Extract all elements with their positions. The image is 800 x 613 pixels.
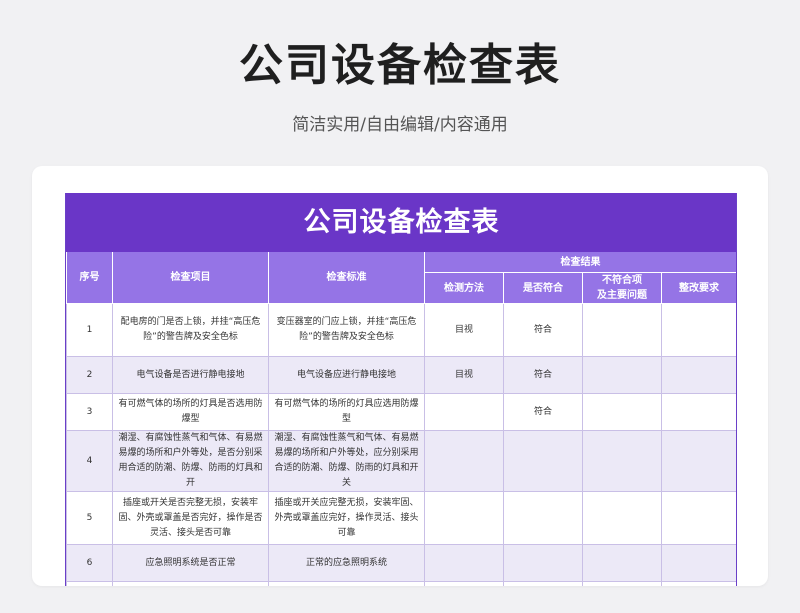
cell-rectify[interactable] — [660, 303, 736, 357]
table-row: 5 插座或开关是否完整无损，安装牢固、外壳或罩盖是否完好，操作是否灵活、接头是否可… — [66, 491, 736, 545]
cell-conform[interactable] — [503, 544, 583, 582]
cell-conform[interactable]: 符合 — [503, 393, 583, 431]
cell-standard[interactable]: 变压器室的门应上锁，并挂“高压危险”的警告牌及安全色标 — [268, 303, 425, 357]
inspection-table: 公司设备检查表 序号 检查项目 检查标准 检查结果 检测方法 是否符合 不符合项… — [66, 193, 736, 586]
cell-item[interactable]: 潮湿、有腐蚀性蒸气和气体、有易燃易爆的场所和户外等处，是否分别采用合适的防潮、防… — [112, 430, 269, 492]
header-nonconform: 不符合项 及主要问题 — [582, 272, 662, 304]
cell-item[interactable]: 有可燃气体的场所的灯具是否选用防爆型 — [112, 393, 269, 431]
cell-nonconform[interactable] — [582, 356, 662, 394]
cell-method[interactable] — [424, 581, 504, 586]
cell-seq[interactable] — [66, 581, 113, 586]
cell-nonconform[interactable] — [582, 430, 662, 492]
page-subtitle: 简洁实用/自由编辑/内容通用 — [292, 115, 508, 135]
cell-item[interactable]: 电气设备是否进行静电接地 — [112, 356, 269, 394]
cell-standard[interactable]: 正常的应急照明系统 — [268, 544, 425, 582]
cell-seq[interactable]: 1 — [66, 303, 113, 357]
header-seq: 序号 — [66, 251, 113, 304]
cell-conform-text: 符合 — [533, 406, 552, 417]
cell-conform[interactable]: 符合 — [503, 356, 583, 394]
page-title: 公司设备检查表 — [239, 40, 561, 91]
header-standard: 检查标准 — [268, 251, 425, 304]
cell-standard-text: 电气设备应进行静电接地 — [296, 369, 396, 380]
cell-standard-text: 插座或开关应完整无损，安装牢固、外壳或罩盖应完好，操作灵活、接头可靠 — [274, 497, 419, 538]
cell-method[interactable]: 目视 — [424, 356, 504, 394]
cell-method[interactable] — [424, 491, 504, 545]
cell-standard-text: 潮湿、有腐蚀性蒸气和气体、有易燃易爆的场所和户外等处，应分别采用合适的防潮、防爆… — [274, 433, 419, 488]
cell-standard[interactable]: 电气设备应进行静电接地 — [268, 356, 425, 394]
header-nonconform-line2: 及主要问题 — [597, 290, 647, 301]
cell-rectify[interactable] — [660, 544, 736, 582]
cell-seq-text: 3 — [86, 406, 93, 417]
cell-standard-text: 正常的应急照明系统 — [305, 557, 387, 568]
cell-conform[interactable]: 符合 — [503, 303, 583, 357]
cell-item[interactable]: 应急照明系统是否正常 — [112, 544, 269, 582]
cell-seq-text: 6 — [86, 557, 93, 568]
cell-method[interactable] — [424, 430, 504, 492]
cell-seq-text: 5 — [86, 512, 93, 523]
header-result-group: 检查结果 — [423, 251, 736, 273]
table-title: 公司设备检查表 — [66, 193, 736, 252]
cell-item[interactable] — [112, 581, 269, 586]
cell-rectify[interactable] — [660, 430, 736, 492]
cell-seq[interactable]: 6 — [66, 544, 113, 582]
header-nonconform-line1: 不符合项 — [602, 275, 642, 286]
cell-rectify[interactable] — [660, 581, 736, 586]
cell-seq-text: 4 — [86, 455, 93, 466]
cell-rectify[interactable] — [660, 393, 736, 431]
table-row: 4 潮湿、有腐蚀性蒸气和气体、有易燃易爆的场所和户外等处，是否分别采用合适的防潮、… — [66, 430, 736, 492]
cell-nonconform[interactable] — [582, 544, 662, 582]
cell-seq[interactable]: 4 — [66, 430, 113, 492]
header-item: 检查项目 — [112, 251, 269, 304]
header-rectify: 整改要求 — [660, 272, 736, 304]
table-row: 1 配电房的门是否上锁，并挂“高压危险”的警告牌及安全色标 变压器室的门应上锁，并挂… — [66, 303, 736, 357]
table-row: 6 应急照明系统是否正常 正常的应急照明系统 — [66, 544, 736, 582]
table-row: 3 有可燃气体的场所的灯具是否选用防爆型 有可燃气体的场所的灯具应选用防爆型 符合 — [66, 393, 736, 431]
cell-conform[interactable] — [503, 430, 583, 492]
cell-standard[interactable]: 潮湿、有腐蚀性蒸气和气体、有易燃易爆的场所和户外等处，应分别采用合适的防潮、防爆… — [268, 430, 425, 492]
cell-standard[interactable] — [268, 581, 425, 586]
inspection-sheet: 公司设备检查表 序号 检查项目 检查标准 检查结果 检测方法 是否符合 不符合项… — [65, 193, 737, 586]
cell-item[interactable]: 配电房的门是否上锁，并挂“高压危险”的警告牌及安全色标 — [112, 303, 269, 357]
cell-method[interactable] — [424, 393, 504, 431]
cell-seq[interactable]: 2 — [66, 356, 113, 394]
cell-standard[interactable]: 插座或开关应完整无损，安装牢固、外壳或罩盖应完好，操作灵活、接头可靠 — [268, 491, 425, 545]
cell-conform[interactable] — [503, 581, 583, 586]
cell-conform-text: 符合 — [533, 324, 552, 335]
cell-item-text: 电气设备是否进行静电接地 — [136, 369, 245, 380]
preview-card: 公司设备检查表 序号 检查项目 检查标准 检查结果 检测方法 是否符合 不符合项… — [32, 166, 768, 586]
cell-item[interactable]: 插座或开关是否完整无损，安装牢固、外壳或罩盖是否完好，操作是否灵活、接头是否可靠 — [112, 491, 269, 545]
cell-nonconform[interactable] — [582, 303, 662, 357]
header-conform: 是否符合 — [503, 272, 583, 304]
cell-seq[interactable]: 3 — [66, 393, 113, 431]
cell-rectify[interactable] — [660, 491, 736, 545]
cell-standard[interactable]: 有可燃气体的场所的灯具应选用防爆型 — [268, 393, 425, 431]
cell-seq-text: 1 — [86, 324, 93, 335]
cell-seq[interactable]: 5 — [66, 491, 113, 545]
cell-conform-text: 符合 — [533, 369, 552, 380]
cell-item-text: 潮湿、有腐蚀性蒸气和气体、有易燃易爆的场所和户外等处，是否分别采用合适的防潮、防… — [118, 433, 263, 488]
cell-conform[interactable] — [503, 491, 583, 545]
cell-seq-text: 2 — [86, 369, 93, 380]
cell-method[interactable]: 目视 — [424, 303, 504, 357]
cell-rectify[interactable] — [660, 356, 736, 394]
cell-method[interactable] — [424, 544, 504, 582]
cell-item-text: 有可燃气体的场所的灯具是否选用防爆型 — [118, 399, 263, 424]
cell-standard-text: 有可燃气体的场所的灯具应选用防爆型 — [274, 399, 419, 424]
table-row — [66, 581, 736, 586]
cell-method-text: 目视 — [454, 324, 473, 335]
cell-item-text: 插座或开关是否完整无损，安装牢固、外壳或罩盖是否完好，操作是否灵活、接头是否可靠 — [118, 497, 263, 538]
cell-item-text: 应急照明系统是否正常 — [145, 557, 236, 568]
cell-method-text: 目视 — [454, 369, 473, 380]
cell-item-text: 配电房的门是否上锁，并挂“高压危险”的警告牌及安全色标 — [120, 317, 261, 342]
header-method: 检测方法 — [424, 272, 504, 304]
cell-standard-text: 变压器室的门应上锁，并挂“高压危险”的警告牌及安全色标 — [276, 317, 417, 342]
cell-nonconform[interactable] — [582, 581, 662, 586]
cell-nonconform[interactable] — [582, 393, 662, 431]
table-row: 2 电气设备是否进行静电接地 电气设备应进行静电接地 目视 符合 — [66, 356, 736, 394]
cell-nonconform[interactable] — [582, 491, 662, 545]
